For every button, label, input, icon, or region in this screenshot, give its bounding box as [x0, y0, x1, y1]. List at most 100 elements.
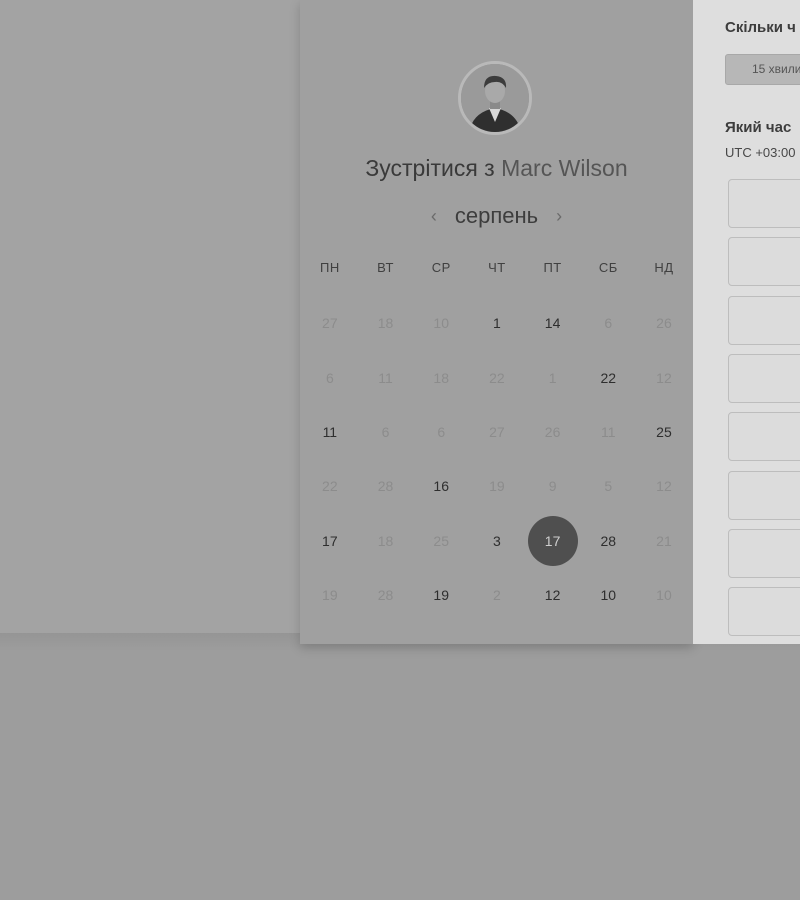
calendar-week-row: 27 18 10 1 14 6 26 — [302, 296, 692, 350]
unavailable-day-cell: 18 — [358, 514, 414, 568]
unavailable-day-cell: 12 — [636, 459, 692, 513]
day-number: 12 — [544, 587, 561, 604]
day-number: 10 — [600, 587, 617, 604]
meeting-title-prefix: Зустрітися з — [365, 155, 495, 181]
day-number: 11 — [601, 423, 616, 440]
day-number: 3 — [493, 532, 501, 549]
calendar-week-row: 6 11 18 22 1 22 12 — [302, 350, 692, 404]
unavailable-day-cell: 6 — [413, 405, 469, 459]
day-number: 22 — [600, 369, 617, 386]
time-slot-button[interactable] — [728, 295, 800, 345]
time-slot-button[interactable] — [728, 470, 800, 520]
unavailable-day-cell: 10 — [636, 568, 692, 622]
available-day-cell[interactable]: 28 — [580, 514, 636, 568]
time-slot-button[interactable] — [728, 587, 800, 637]
day-number: 27 — [322, 315, 338, 332]
day-number: 2 — [493, 587, 501, 604]
meeting-title: Зустрітися з Marc Wilson — [300, 155, 693, 182]
unavailable-day-cell: 19 — [302, 568, 358, 622]
day-number: 22 — [489, 369, 505, 386]
day-number: 19 — [322, 587, 338, 604]
unavailable-day-cell: 11 — [580, 405, 636, 459]
day-number: 27 — [489, 423, 505, 440]
day-number: 6 — [325, 369, 334, 386]
available-day-cell[interactable]: 17 — [302, 514, 358, 568]
day-number: 22 — [322, 478, 338, 495]
available-day-cell[interactable]: 1 — [469, 296, 525, 350]
unavailable-day-cell: 22 — [302, 459, 358, 513]
available-day-cell[interactable]: 25 — [636, 405, 692, 459]
time-slot-button[interactable] — [728, 353, 800, 403]
day-number: 5 — [604, 478, 613, 495]
weekday-header: ПН ВТ СР ЧТ ПТ СБ НД — [302, 260, 692, 275]
calendar-week-row: 22 28 16 19 9 5 12 — [302, 459, 692, 513]
day-number: 12 — [656, 478, 672, 495]
host-avatar — [458, 61, 532, 135]
day-number: 28 — [600, 532, 617, 549]
day-number: 17 — [527, 515, 578, 566]
day-number: 11 — [322, 423, 338, 440]
unavailable-day-cell: 25 — [413, 514, 469, 568]
weekday-sun: НД — [654, 260, 674, 275]
day-number: 16 — [433, 478, 449, 495]
day-number: 1 — [493, 315, 501, 332]
calendar-week-row: 19 28 19 2 12 10 10 — [302, 568, 692, 622]
unavailable-day-cell: 26 — [636, 296, 692, 350]
available-day-cell[interactable]: 10 — [580, 568, 636, 622]
day-number: 14 — [544, 315, 561, 332]
duration-heading: Скільки ч — [725, 19, 796, 36]
day-number: 18 — [377, 315, 394, 332]
unavailable-day-cell: 6 — [358, 405, 414, 459]
day-number: 18 — [377, 532, 394, 549]
day-grid: 27 18 10 1 14 6 26 6 11 18 22 1 22 12 11 6 6 27 26 11 25 22 28… — [302, 296, 692, 622]
weekday-sat: СБ — [598, 260, 618, 275]
available-day-cell[interactable]: 16 — [413, 459, 469, 513]
unavailable-day-cell: 6 — [302, 350, 358, 404]
duration-option-button[interactable]: 15 хвили — [725, 54, 800, 85]
time-slot-button[interactable] — [728, 528, 800, 578]
day-number: 9 — [548, 478, 557, 495]
unavailable-day-cell: 11 — [358, 350, 414, 404]
time-slot-button[interactable] — [728, 412, 800, 462]
day-number: 6 — [437, 423, 446, 440]
day-number: 6 — [604, 315, 613, 332]
available-day-cell[interactable]: 12 — [525, 568, 581, 622]
person-icon — [461, 64, 529, 132]
chevron-right-icon[interactable]: › — [552, 201, 566, 231]
day-number: 17 — [322, 532, 338, 549]
available-day-cell[interactable]: 22 — [580, 350, 636, 404]
unavailable-day-cell: 28 — [358, 568, 414, 622]
day-number: 26 — [544, 423, 561, 440]
day-number: 10 — [656, 587, 672, 604]
time-slot-button[interactable] — [728, 237, 800, 287]
month-label: серпень — [454, 203, 539, 228]
time-slot-button[interactable] — [728, 179, 800, 228]
available-day-cell[interactable]: 19 — [413, 568, 469, 622]
unavailable-day-cell: 12 — [636, 350, 692, 404]
host-name: Marc Wilson — [501, 155, 628, 181]
available-day-cell[interactable]: 14 — [525, 296, 581, 350]
calendar-card: Зустрітися з Marc Wilson ‹ серпень › ПН … — [300, 0, 693, 644]
day-number: 1 — [548, 369, 557, 386]
day-number: 21 — [656, 532, 672, 549]
day-number: 25 — [433, 532, 449, 549]
day-number: 26 — [656, 315, 672, 332]
weekday-thu: ЧТ — [488, 260, 506, 275]
unavailable-day-cell: 28 — [358, 459, 414, 513]
unavailable-day-cell: 18 — [358, 296, 414, 350]
weekday-mon: ПН — [319, 260, 340, 275]
unavailable-day-cell: 27 — [302, 296, 358, 350]
chevron-left-icon[interactable]: ‹ — [427, 201, 441, 231]
weekday-tue: ВТ — [377, 260, 394, 275]
unavailable-day-cell: 19 — [469, 459, 525, 513]
weekday-wed: СР — [431, 260, 451, 275]
timezone-label: UTC +03:00 — [725, 145, 796, 160]
unavailable-day-cell: 6 — [580, 296, 636, 350]
available-day-cell[interactable]: 11 — [302, 405, 358, 459]
day-number: 19 — [489, 478, 505, 495]
calendar-week-row: 11 6 6 27 26 11 25 — [302, 405, 692, 459]
unavailable-day-cell: 22 — [469, 350, 525, 404]
unavailable-day-cell: 9 — [525, 459, 581, 513]
selected-day-cell[interactable]: 17 — [525, 514, 581, 568]
available-day-cell[interactable]: 3 — [469, 514, 525, 568]
